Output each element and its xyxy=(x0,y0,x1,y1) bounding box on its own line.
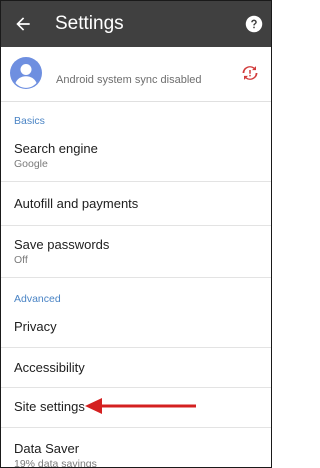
data-saver-value: 19% data savings xyxy=(14,458,97,468)
site-settings-label: Site settings xyxy=(14,399,85,414)
autofill-payments-item[interactable]: Autofill and payments xyxy=(1,181,271,226)
sync-status: Android system sync disabled xyxy=(56,74,202,86)
help-circle-icon[interactable] xyxy=(245,15,263,33)
section-header-advanced: Advanced xyxy=(14,293,61,305)
account-avatar-icon xyxy=(10,57,42,89)
search-engine-label: Search engine xyxy=(14,141,98,156)
sync-error-icon xyxy=(242,66,258,80)
data-saver-label: Data Saver xyxy=(14,441,80,456)
data-saver-item[interactable]: Data Saver 19% data savings xyxy=(1,427,271,467)
page-title: Settings xyxy=(55,13,124,34)
search-engine-item[interactable]: Search engine Google xyxy=(1,131,271,182)
save-passwords-value: Off xyxy=(14,254,28,266)
search-engine-value: Google xyxy=(14,158,48,170)
save-passwords-label: Save passwords xyxy=(14,237,110,252)
settings-screen: Settings Android system sync disabled Ba… xyxy=(0,0,272,468)
autofill-payments-label: Autofill and payments xyxy=(14,196,139,211)
annotation-arrow-icon xyxy=(85,398,196,414)
save-passwords-item[interactable]: Save passwords Off xyxy=(1,225,271,278)
accessibility-label: Accessibility xyxy=(14,360,85,375)
privacy-item[interactable]: Privacy xyxy=(1,307,271,348)
app-bar: Settings xyxy=(1,1,271,47)
arrow-back-icon[interactable] xyxy=(13,14,33,34)
accessibility-item[interactable]: Accessibility xyxy=(1,347,271,388)
account-row[interactable]: Android system sync disabled xyxy=(1,47,271,102)
section-header-basics: Basics xyxy=(14,115,45,127)
privacy-label: Privacy xyxy=(14,319,57,334)
